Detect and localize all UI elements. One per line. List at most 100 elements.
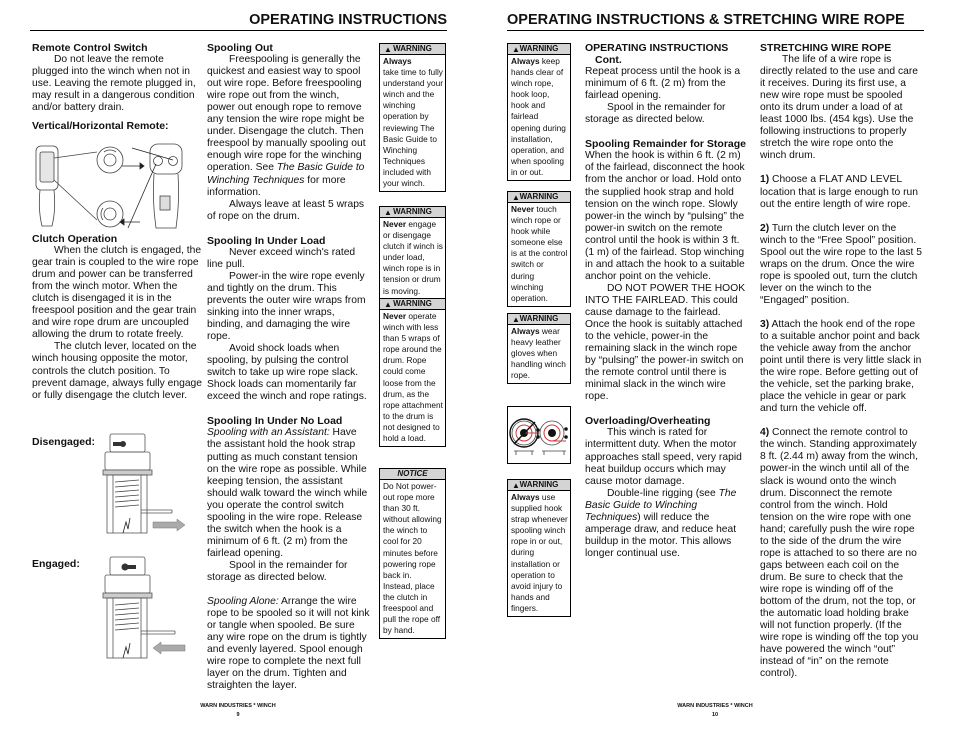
page-title: OPERATING INSTRUCTIONS & STRETCHING WIRE…	[507, 12, 905, 28]
step-item: 1) Choose a FLAT AND LEVEL location that…	[760, 174, 922, 210]
step-item: 4) Connect the remote control to the win…	[760, 427, 922, 680]
warning-triangle-icon: ▲	[512, 315, 520, 324]
section-heading: STRETCHING WIRE ROPE	[760, 42, 892, 54]
right-column-1: OPERATING INSTRUCTIONS Cont. Repeat proc…	[585, 42, 747, 560]
warning-triangle-icon: ▲	[384, 300, 392, 309]
warning-text: keep hands clear of winch rope, hook loo…	[511, 56, 566, 177]
warning-text: engage or disengage clutch if winch is u…	[383, 219, 443, 296]
paragraph: This winch is rated for intermittent dut…	[585, 427, 742, 487]
subheading-italic: Spooling Alone:	[207, 596, 279, 608]
warning-triangle-icon: ▲	[384, 208, 392, 217]
warning-box: ▲ WARNING Never touch winch rope or hook …	[507, 191, 571, 307]
paragraph: The clutch lever, located on the winch h…	[32, 341, 203, 401]
paragraph: The life of a wire rope is directly rela…	[760, 54, 918, 162]
left-column-1b: Clutch Operation When the clutch is enga…	[32, 233, 202, 402]
warning-header: ▲ WARNING	[508, 314, 570, 325]
step-text: Turn the clutch lever on the winch to th…	[760, 222, 922, 306]
footer-brand: WARN INDUSTRIES * WINCH	[677, 703, 753, 709]
page-number: 9	[236, 712, 240, 718]
warning-box: ▲ WARNING Never operate winch with less t…	[379, 298, 446, 448]
paragraph: Spooling Alone: Arrange the wire rope to…	[207, 596, 370, 692]
subheading: Vertical/Horizontal Remote:	[32, 120, 169, 133]
text-run: Have the assistant hold the hook strap p…	[207, 427, 368, 559]
title-divider	[507, 30, 924, 31]
warning-header: ▲ WARNING	[380, 207, 445, 218]
step-number: 4)	[760, 427, 770, 439]
step-text: Attach the hook end of the rope to a sui…	[760, 318, 922, 415]
warning-text: use supplied hook strap whenever spoolin…	[511, 492, 568, 613]
step-text: Choose a FLAT AND LEVEL location that is…	[760, 174, 918, 210]
warning-text: take time to fully understand your winch…	[383, 67, 443, 189]
notice-text: Do Not power-out rope more than 30 ft. w…	[383, 481, 442, 636]
warning-header: ▲ WARNING	[380, 44, 445, 55]
paragraph: Repeat process until the hook is a minim…	[585, 66, 741, 102]
warning-text: touch winch rope or hook while someone e…	[511, 204, 568, 303]
paragraph: Avoid shock loads when spooling, by puls…	[207, 343, 367, 403]
paragraph: Always leave at least 5 wraps of rope on…	[207, 198, 365, 222]
paragraph: DO NOT POWER THE HOOK INTO THE FAIRLEAD.…	[585, 282, 746, 403]
warning-box: ▲ WARNING Never engage or disengage clutc…	[379, 206, 446, 300]
right-column-2: STRETCHING WIRE ROPE The life of a wire …	[760, 42, 922, 680]
left-page: OPERATING INSTRUCTIONS Remote Control Sw…	[0, 0, 477, 738]
left-column-2: Spooling Out Freespooling is generally t…	[207, 42, 370, 692]
warning-emphasis: Always	[383, 56, 412, 66]
paragraph: Spooling with an Assistant: Have the ass…	[207, 427, 370, 560]
step-number: 2)	[760, 222, 770, 234]
left-column-1: Remote Control Switch Do not leave the r…	[32, 42, 202, 132]
right-page: OPERATING INSTRUCTIONS & STRETCHING WIRE…	[477, 0, 954, 738]
section-heading: Spooling Out	[207, 42, 273, 54]
step-item: 2) Turn the clutch lever on the winch to…	[760, 223, 922, 307]
section-heading: Overloading/Overheating	[585, 415, 711, 428]
warning-header: ▲ WARNING	[508, 44, 570, 55]
warning-triangle-icon: ▲	[512, 481, 520, 490]
warning-box: ▲ WARNING Always keep hands clear of winc…	[507, 43, 571, 182]
paragraph: Double-line rigging (see The Basic Guide…	[585, 488, 747, 560]
text-run: Double-line rigging (see	[607, 487, 719, 499]
text-run: Freespooling is generally the quickest a…	[207, 54, 366, 174]
winch-disengaged-figure	[102, 433, 186, 534]
warning-box: ▲ WARNING Always take time to fully unders…	[379, 43, 446, 193]
step-number: 1)	[760, 174, 770, 186]
step-text: Connect the remote control to the winch.…	[760, 427, 919, 680]
step-item: 3) Attach the hook end of the rope to a …	[760, 319, 922, 415]
paragraph: Freespooling is generally the quickest a…	[207, 54, 370, 199]
warning-emphasis: Never	[383, 311, 407, 321]
warning-triangle-icon: ▲	[512, 45, 520, 54]
section-heading: Remote Control Switch	[32, 42, 148, 54]
paragraph: When the hook is within 6 ft. (2 m) of t…	[585, 150, 745, 282]
text-run: Arrange the wire rope to be spooled so i…	[207, 596, 370, 692]
page-footer: WARN INDUSTRIES * WINCH 9	[178, 702, 298, 720]
paragraph: Never exceed winch's rated line pull.	[207, 246, 356, 270]
warning-header: ▲ WARNING	[508, 192, 570, 203]
warning-emphasis: Always	[511, 326, 540, 336]
section-heading: Spooling In Under No Load	[207, 415, 343, 428]
section-heading: Spooling Remainder for Storage	[585, 138, 747, 151]
section-heading: Spooling In Under Load	[207, 234, 326, 247]
engaged-label: Engaged:	[32, 558, 80, 570]
warning-text: operate winch with less than 5 wraps of …	[383, 311, 443, 444]
section-heading-cont: Cont.	[595, 54, 622, 67]
section-heading: OPERATING INSTRUCTIONS	[585, 42, 729, 54]
warning-emphasis: Always	[511, 492, 540, 502]
warning-header: ▲ WARNING	[380, 299, 445, 310]
warning-emphasis: Never	[383, 219, 407, 229]
title-divider	[30, 30, 447, 31]
footer-brand: WARN INDUSTRIES * WINCH	[200, 703, 276, 709]
warning-box: ▲ WARNING Always use supplied hook strap …	[507, 479, 571, 618]
paragraph: Power-in the wire rope evenly and tightl…	[207, 270, 366, 343]
notice-box: NOTICE Do Not power-out rope more than 3…	[379, 468, 446, 640]
warning-triangle-icon: ▲	[512, 193, 520, 202]
paragraph: Spool in the remainder for storage as di…	[207, 559, 348, 583]
spool-direction-pictogram	[507, 406, 571, 464]
warning-emphasis: Never	[511, 204, 535, 214]
page-number: 10	[711, 712, 719, 718]
remote-control-figure	[35, 143, 183, 229]
winch-engaged-figure	[102, 556, 186, 659]
section-heading: Clutch Operation	[32, 233, 118, 245]
paragraph: Do not leave the remote plugged into the…	[32, 54, 196, 114]
subheading-italic: Spooling with an Assistant:	[207, 427, 330, 439]
paragraph: Spool in the remainder for storage as di…	[585, 102, 726, 126]
paragraph: When the clutch is engaged, the gear tra…	[32, 245, 202, 341]
warning-triangle-icon: ▲	[384, 45, 392, 54]
warning-header: ▲ WARNING	[508, 480, 570, 491]
